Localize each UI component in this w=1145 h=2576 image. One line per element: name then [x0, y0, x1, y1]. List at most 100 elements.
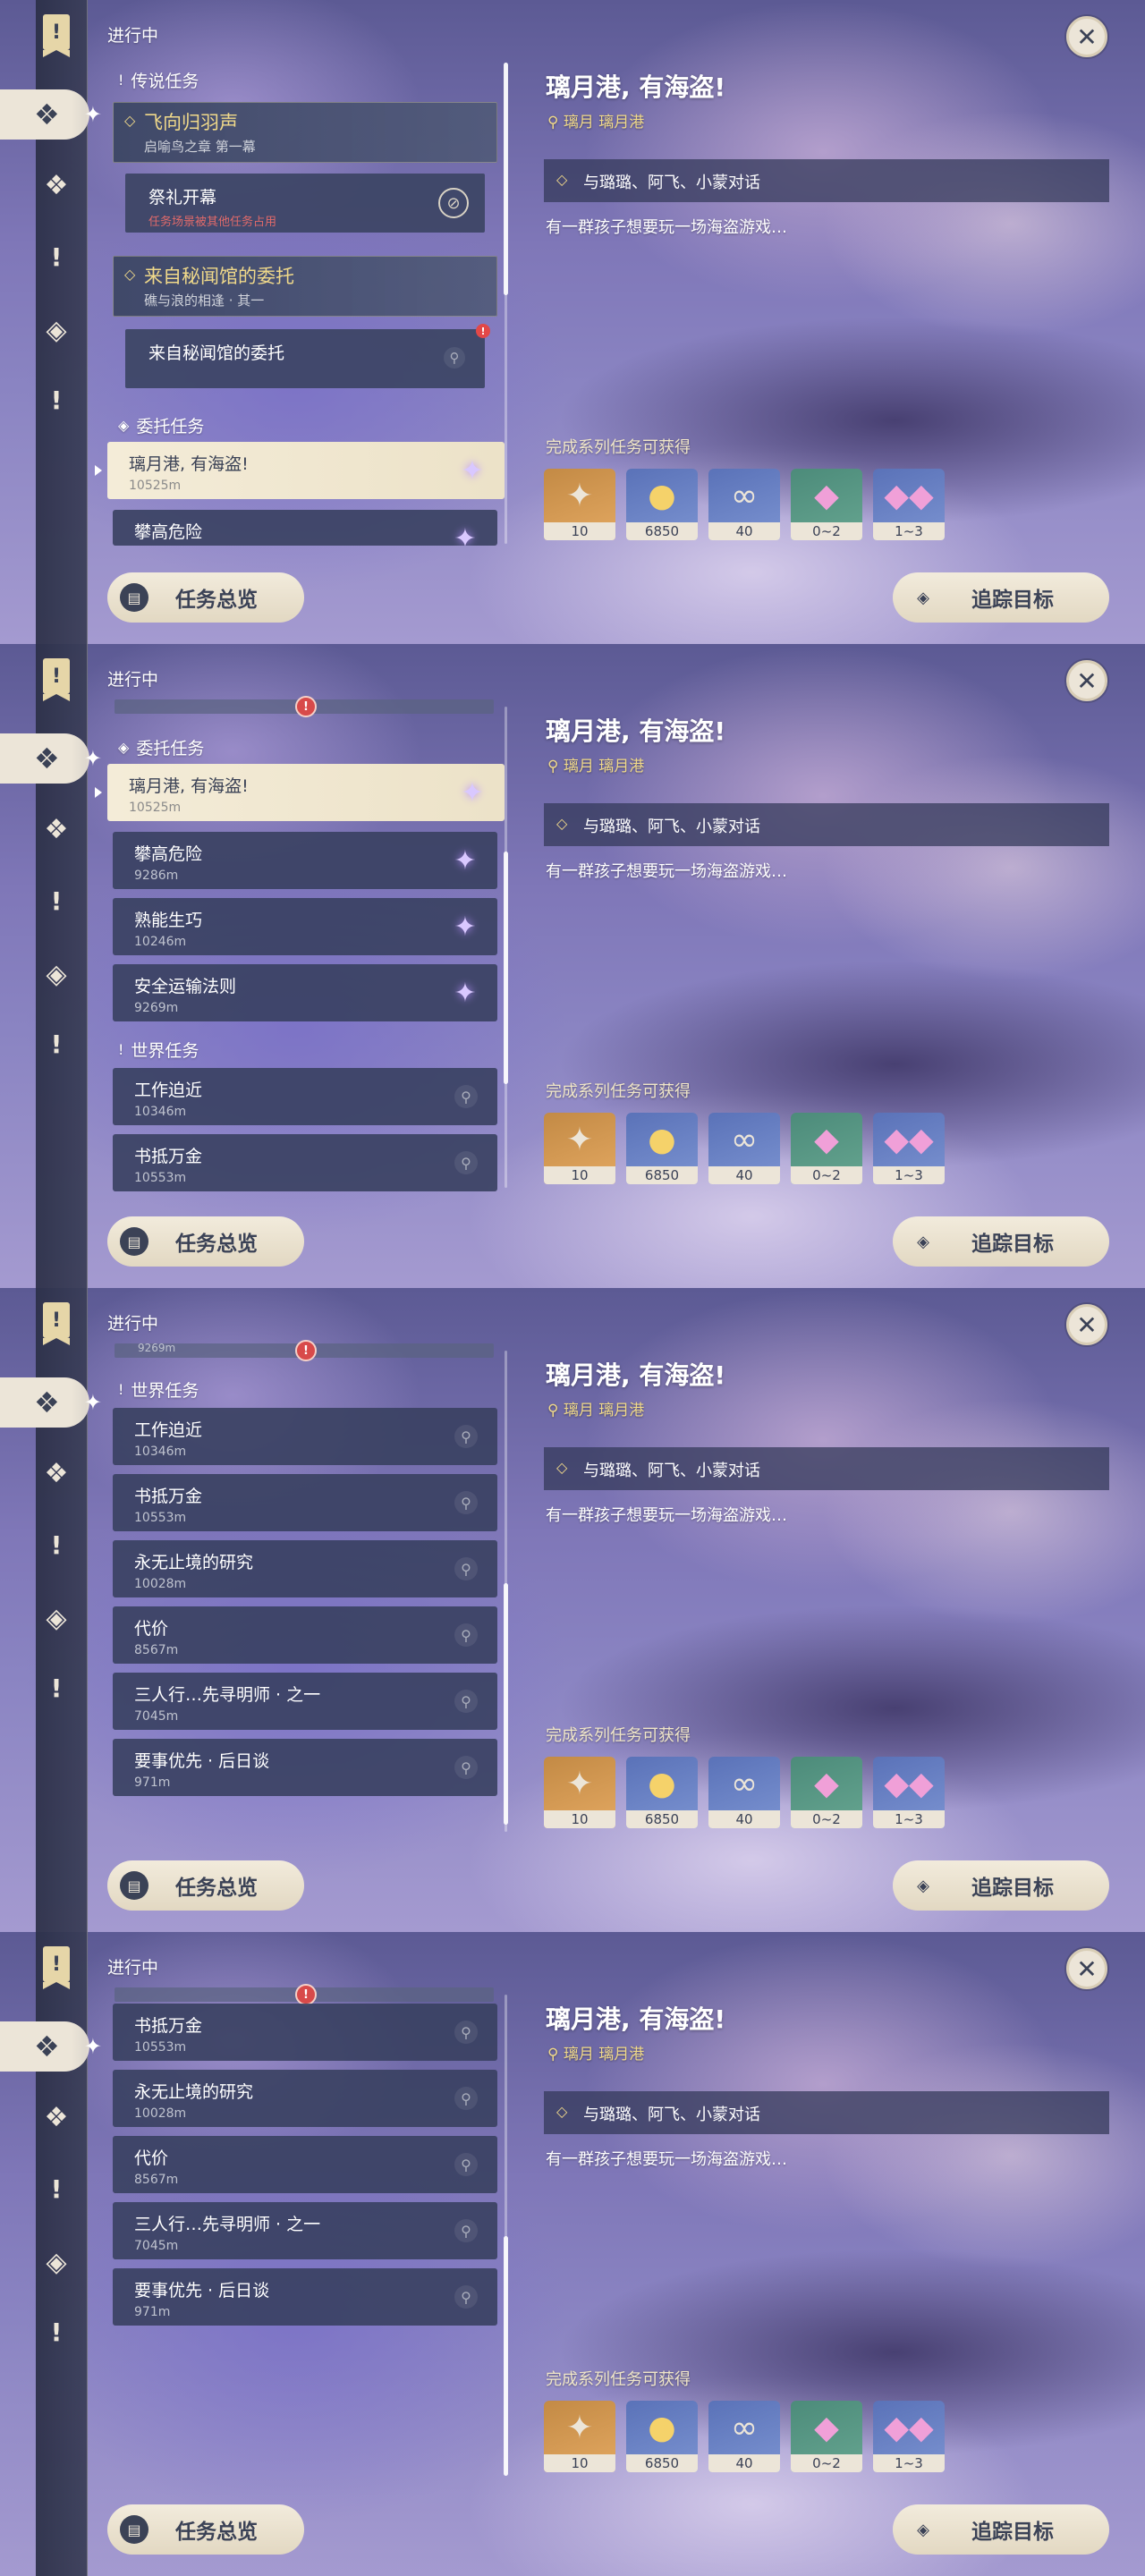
tab-all-quests[interactable]: ❖ ✦: [0, 89, 102, 140]
world-quest-item[interactable]: 工作迫近 10346m ⚲: [113, 1408, 497, 1465]
tab-world-quests[interactable]: !: [39, 383, 73, 417]
quest-overview-button[interactable]: ▤ 任务总览: [107, 1860, 304, 1911]
world-quest-item[interactable]: 书抵万金 10553m ⚲: [113, 1134, 497, 1191]
reward-crystal-ore[interactable]: ◆ 0~2: [791, 1757, 862, 1828]
tab-commission-quests[interactable]: ◈: [39, 1601, 73, 1635]
tab-commission-quests[interactable]: ◈: [39, 957, 73, 991]
close-button[interactable]: ✕: [1066, 660, 1107, 701]
reward-crystal-chunk[interactable]: ◆◆ 1~3: [873, 1113, 945, 1184]
track-target-button[interactable]: ◈ 追踪目标: [893, 572, 1109, 623]
rewards-label: 完成系列任务可获得: [546, 2370, 691, 2389]
objective-diamond-icon: ◇: [556, 815, 568, 832]
track-target-button[interactable]: ◈ 追踪目标: [893, 1216, 1109, 1267]
commission-item[interactable]: 攀高危险 9286m ✦: [113, 832, 497, 889]
tab-archon-quests[interactable]: ❖: [39, 2100, 73, 2134]
quest-bookmark-icon[interactable]: !: [43, 1302, 70, 1345]
quest-location: ⚲ 璃月 璃月港: [547, 758, 645, 775]
legend-quest-icon: !: [50, 2174, 63, 2204]
close-button[interactable]: ✕: [1066, 1948, 1107, 1989]
friendship-exp-icon: ∞: [731, 1765, 758, 1802]
tab-world-quests[interactable]: !: [39, 2315, 73, 2349]
reward-crystal-chunk[interactable]: ◆◆ 1~3: [873, 2401, 945, 2472]
tab-commission-quests[interactable]: ◈: [39, 2245, 73, 2279]
location-pin-icon: ⚲: [454, 1623, 478, 1647]
tab-world-quests[interactable]: !: [39, 1671, 73, 1705]
world-quest-item[interactable]: 代价 8567m ⚲: [113, 1606, 497, 1664]
tab-legend-quests[interactable]: !: [39, 1528, 73, 1562]
reward-primogem[interactable]: ✦ 10: [544, 1113, 615, 1184]
world-quest-item[interactable]: 要事优先 · 后日谈 971m ⚲: [113, 1739, 497, 1796]
reward-crystal-chunk[interactable]: ◆◆ 1~3: [873, 1757, 945, 1828]
tab-all-quests[interactable]: ❖ ✦: [0, 1377, 102, 1428]
reward-friendship[interactable]: ∞ 40: [708, 1757, 780, 1828]
diamond-icon: ◈: [917, 588, 929, 607]
tab-all-quests[interactable]: ❖ ✦: [0, 2021, 102, 2072]
world-quest-icon: !: [50, 1673, 63, 1703]
book-icon: ▤: [120, 1227, 148, 1256]
quest-location: ⚲ 璃月 璃月港: [547, 2046, 645, 2063]
world-quest-item[interactable]: 代价 8567m ⚲: [113, 2136, 497, 2193]
reward-crystal-ore[interactable]: ◆ 0~2: [791, 469, 862, 540]
scroll-thumb[interactable]: [504, 852, 508, 1084]
scroll-thumb[interactable]: [504, 1583, 508, 1825]
legend-quest-feixiang[interactable]: ◇ 飞向归羽声 启喻鸟之章 第一幕: [113, 102, 497, 163]
quest-bookmark-icon[interactable]: !: [43, 14, 70, 57]
world-quest-item[interactable]: 永无止境的研究 10028m ⚲: [113, 2070, 497, 2127]
world-quest-item[interactable]: 三人行…先寻明师 · 之一 7045m ⚲: [113, 2202, 497, 2259]
reward-friendship[interactable]: ∞ 40: [708, 1113, 780, 1184]
legend-quest-mimenguan[interactable]: ◇ 来自秘闻馆的委托 礁与浪的相逢 · 其一: [113, 256, 497, 317]
quest-overview-button[interactable]: ▤ 任务总览: [107, 1216, 304, 1267]
diamond-icon: ◈: [917, 1876, 929, 1895]
reward-friendship[interactable]: ∞ 40: [708, 2401, 780, 2472]
reward-mora[interactable]: ● 6850: [626, 469, 698, 540]
tab-legend-quests[interactable]: !: [39, 884, 73, 918]
reward-mora[interactable]: ● 6850: [626, 1757, 698, 1828]
reward-mora[interactable]: ● 6850: [626, 1113, 698, 1184]
tab-legend-quests[interactable]: !: [39, 2172, 73, 2206]
location-pin-icon: ⚲: [454, 2021, 478, 2044]
commission-item[interactable]: 熟能生巧 10246m ✦: [113, 898, 497, 955]
scroll-thumb[interactable]: [504, 2236, 508, 2476]
tab-legend-quests[interactable]: !: [39, 240, 73, 274]
location-pin-icon: ⚲: [454, 2087, 478, 2110]
track-target-button[interactable]: ◈ 追踪目标: [893, 2504, 1109, 2555]
world-quest-item[interactable]: 书抵万金 10553m ⚲: [113, 2004, 497, 2061]
reward-primogem[interactable]: ✦ 10: [544, 1757, 615, 1828]
quest-overview-button[interactable]: ▤ 任务总览: [107, 2504, 304, 2555]
scroll-thumb[interactable]: [504, 63, 508, 295]
world-quest-item[interactable]: 三人行…先寻明师 · 之一 7045m ⚲: [113, 1673, 497, 1730]
tab-all-quests[interactable]: ❖ ✦: [0, 733, 102, 784]
quest-bookmark-icon[interactable]: !: [43, 658, 70, 701]
reward-primogem[interactable]: ✦ 10: [544, 469, 615, 540]
commission-item-selected[interactable]: 璃月港, 有海盗! 10525m ✦: [95, 764, 505, 821]
tab-commission-quests[interactable]: ◈: [39, 313, 73, 347]
close-button[interactable]: ✕: [1066, 16, 1107, 57]
world-quest-item[interactable]: 要事优先 · 后日谈 971m ⚲: [113, 2268, 497, 2326]
section-title: 进行中: [107, 26, 159, 46]
reward-crystal-ore[interactable]: ◆ 0~2: [791, 2401, 862, 2472]
tab-archon-quests[interactable]: ❖: [39, 812, 73, 846]
book-icon: ▤: [120, 583, 148, 612]
reward-crystal-chunk[interactable]: ◆◆ 1~3: [873, 469, 945, 540]
quest-overview-button[interactable]: ▤ 任务总览: [107, 572, 304, 623]
close-button[interactable]: ✕: [1066, 1304, 1107, 1345]
commission-item[interactable]: 攀高危险 ✦: [113, 510, 497, 546]
world-quest-item[interactable]: 工作迫近 10346m ⚲: [113, 1068, 497, 1125]
tab-world-quests[interactable]: !: [39, 1027, 73, 1061]
tab-archon-quests[interactable]: ❖: [39, 168, 73, 202]
world-quest-item[interactable]: 永无止境的研究 10028m ⚲: [113, 1540, 497, 1597]
tab-archon-quests[interactable]: ❖: [39, 1456, 73, 1490]
subquest-jili[interactable]: 祭礼开幕 任务场景被其他任务占用 ⊘: [125, 174, 485, 233]
location-pin-icon: ⚲: [454, 1491, 478, 1514]
commission-item[interactable]: 安全运输法则 9269m ✦: [113, 964, 497, 1021]
reward-mora[interactable]: ● 6850: [626, 2401, 698, 2472]
subquest-mimenguan[interactable]: 来自秘闻馆的委托 ⚲ !: [125, 324, 490, 388]
commission-item-selected[interactable]: 璃月港, 有海盗! 10525m ✦: [95, 442, 505, 499]
reward-crystal-ore[interactable]: ◆ 0~2: [791, 1113, 862, 1184]
reward-primogem[interactable]: ✦ 10: [544, 2401, 615, 2472]
world-quest-item[interactable]: 书抵万金 10553m ⚲: [113, 1474, 497, 1531]
track-target-button[interactable]: ◈ 追踪目标: [893, 1860, 1109, 1911]
commission-quest-icon: ◈: [118, 739, 130, 756]
reward-friendship[interactable]: ∞ 40: [708, 469, 780, 540]
quest-bookmark-icon[interactable]: !: [43, 1946, 70, 1989]
